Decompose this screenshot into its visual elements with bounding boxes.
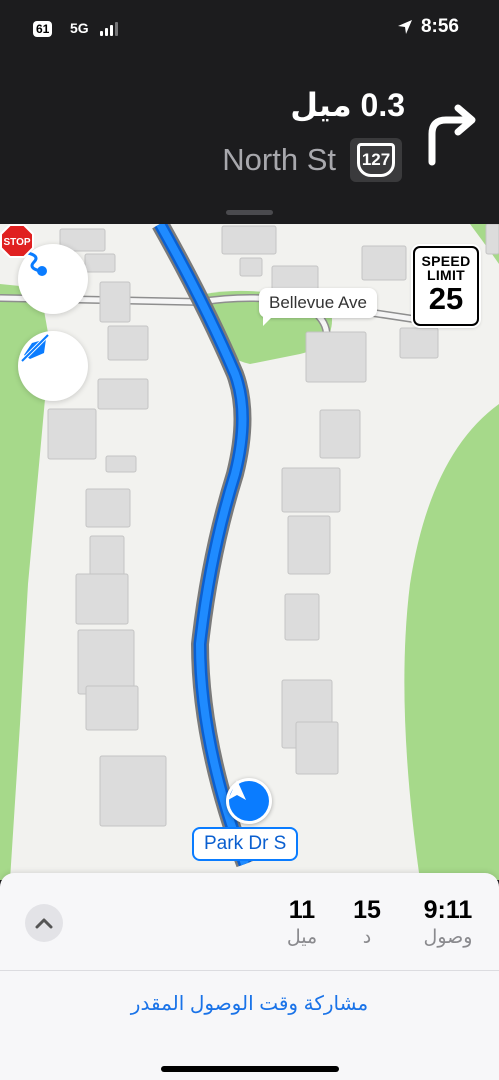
current-location-puck (226, 778, 272, 824)
arrival-time: 9:11 وصول (410, 895, 486, 951)
network-type: 5G (70, 20, 89, 36)
turn-right-arrow-icon (428, 104, 476, 166)
trip-info-panel[interactable]: 11 ميل 15 د 9:11 وصول مشاركة وقت الوصول … (0, 873, 499, 1080)
stop-sign-text: STOP (3, 237, 30, 248)
audio-off-icon (20, 333, 50, 363)
share-eta-button[interactable]: مشاركة وقت الوصول المقدر (0, 991, 499, 1016)
home-indicator[interactable] (161, 1066, 339, 1072)
heading-arrow-icon (228, 780, 246, 800)
expand-panel-button[interactable] (25, 904, 63, 942)
maneuver-street: North St (222, 142, 336, 177)
remaining-time: 15 د (342, 895, 392, 951)
divider (0, 970, 499, 971)
current-street-label: Park Dr S (192, 827, 299, 861)
route-shield-number: 127 (357, 143, 395, 177)
chevron-up-icon (35, 918, 53, 929)
cross-street-label: Bellevue Ave (259, 288, 377, 326)
audio-guidance-button[interactable] (18, 331, 88, 401)
remaining-time-value: 15 (353, 896, 381, 924)
arrival-time-value: 9:11 (423, 896, 473, 924)
remaining-distance: 11 ميل (274, 895, 330, 951)
battery-indicator: 61 (33, 21, 53, 37)
speed-limit-label: SPEED LIMIT (421, 253, 471, 283)
location-arrow-icon (397, 20, 412, 34)
remaining-distance-value: 11 (288, 896, 316, 924)
arrival-time-label: وصول (423, 927, 473, 948)
speed-limit-sign: SPEED LIMIT 25 (413, 246, 479, 326)
banner-drag-handle[interactable] (226, 210, 273, 215)
maneuver-distance: 0.3 ميل (290, 87, 405, 123)
status-bar: 61 5G 8:56 (0, 14, 499, 44)
remaining-distance-unit: ميل (286, 927, 318, 948)
speed-limit-value: 25 (428, 281, 464, 316)
clock: 8:56 (420, 16, 459, 37)
navigation-banner: 61 5G 8:56 0.3 ميل North St 127 (0, 0, 499, 224)
route-shield: 127 (350, 138, 402, 182)
stop-sign-icon: STOP (0, 224, 34, 258)
map-view[interactable]: SPEED LIMIT 25 Bellevue Ave STOP Park Dr… (0, 224, 499, 880)
remaining-time-unit: د (362, 927, 372, 948)
signal-strength-icon (100, 22, 118, 36)
